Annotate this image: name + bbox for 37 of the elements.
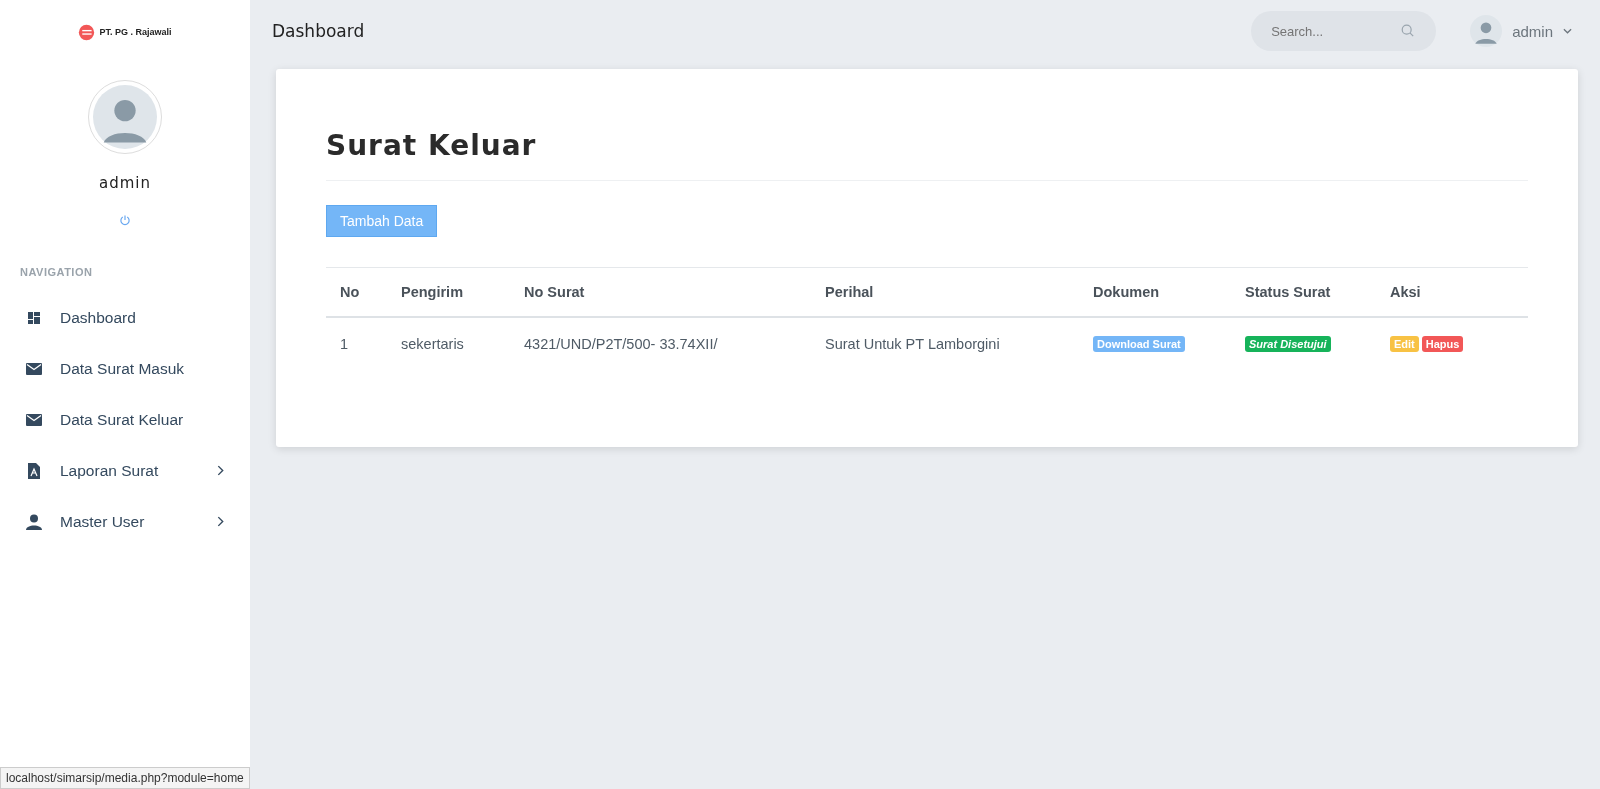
page-title: Surat Keluar [326, 129, 1528, 181]
logo-icon [78, 23, 96, 41]
column-header: Aksi [1376, 267, 1528, 317]
brand-name: PT. PG . Rajawali [99, 27, 172, 37]
avatar[interactable] [1470, 15, 1503, 47]
table-cell: 1 [326, 317, 387, 369]
status-url: localhost/simarsip/media.php?module=home [0, 767, 250, 789]
search-icon [1401, 24, 1415, 37]
chevron-right-icon [217, 516, 224, 527]
envelope-icon [26, 413, 42, 426]
search-field[interactable]: Search... [1251, 11, 1437, 51]
sidebar-item[interactable]: Dashboard [0, 292, 250, 343]
user-icon [26, 513, 42, 530]
table-cell: 4321/UND/P2T/500- 33.74XII/ [510, 317, 811, 369]
pdf-file-icon [26, 462, 42, 479]
envelope-icon [26, 362, 42, 375]
caret-down-icon[interactable] [1563, 28, 1572, 34]
sidebar-item[interactable]: Master User [0, 496, 250, 547]
table-cell: sekertaris [387, 317, 510, 369]
nav-heading: NAVIGATION [20, 266, 93, 278]
column-header: Perihal [811, 267, 1079, 317]
page-header-title: Dashboard [272, 21, 366, 41]
sidebar-item[interactable]: Data Surat Masuk [0, 343, 250, 394]
table-cell: Surat Untuk PT Lamborgini [811, 317, 1079, 369]
sidebar-item[interactable]: Data Surat Keluar [0, 394, 250, 445]
column-header: No [326, 267, 387, 317]
sidebar-item[interactable]: Laporan Surat [0, 445, 250, 496]
column-header: No Surat [510, 267, 811, 317]
profile-name: admin [99, 174, 151, 192]
user-menu[interactable]: admin [1512, 22, 1553, 40]
column-header: Pengirim [387, 267, 510, 317]
column-header: Dokumen [1079, 267, 1231, 317]
dashboard-icon [26, 311, 42, 324]
power-icon[interactable] [119, 214, 131, 226]
column-header: Status Surat [1231, 267, 1376, 317]
status-badge: Surat Disetujui [1245, 336, 1331, 352]
chevron-right-icon [217, 465, 224, 476]
